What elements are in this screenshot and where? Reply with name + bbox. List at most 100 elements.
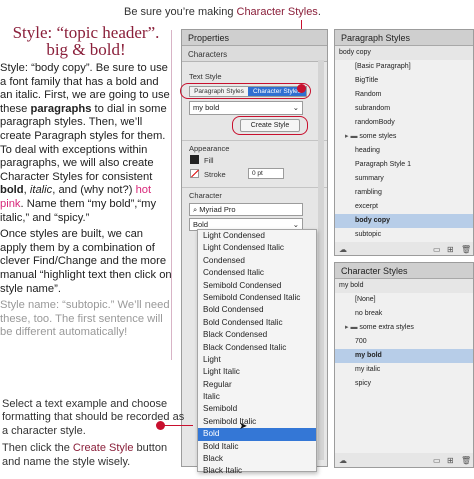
top-annotation: Be sure you’re making Character Styles.: [124, 6, 321, 18]
character-style-items: [None] no break ▸ ▬ some extra styles 700 my…: [335, 293, 473, 391]
font-style-option[interactable]: Semibold Condensed Italic: [198, 292, 316, 304]
style-group-folder[interactable]: ▸ ▬ some extra styles: [335, 321, 473, 335]
style-list-item[interactable]: spicy: [335, 377, 473, 391]
style-list-item[interactable]: heading: [335, 144, 473, 158]
style-name: some styles: [359, 133, 397, 140]
style-select-value: my bold: [193, 103, 220, 112]
paragraph-style-items: [Basic Paragraph] BigTitle Random subrandom…: [335, 60, 473, 242]
font-style-option[interactable]: Black Condensed Italic: [198, 342, 316, 354]
style-list-item[interactable]: Random: [335, 88, 473, 102]
chevron-down-icon: ⌄: [292, 220, 299, 229]
font-style-option[interactable]: Light: [198, 354, 316, 366]
bottom-note-line1: Select a text example and choose formatt…: [2, 398, 185, 437]
bottom-annotation: Select a text example and choose formatt…: [2, 398, 187, 473]
cloud-icon[interactable]: ☁: [339, 456, 347, 465]
cloud-icon[interactable]: ☁: [339, 245, 347, 254]
tab-characters[interactable]: Characters: [182, 46, 327, 62]
style-group-folder[interactable]: ▸ ▬ some styles: [335, 130, 473, 144]
style-name: heading: [355, 147, 380, 154]
text-style-label: Text Style: [189, 72, 222, 81]
document-text: Style: “topic header”. big & bold! Style…: [0, 24, 172, 343]
style-name: BigTitle: [355, 77, 379, 84]
font-style-option[interactable]: Light Italic: [198, 366, 316, 378]
font-style-option[interactable]: Black: [198, 453, 316, 465]
stroke-weight-value: 0 pt: [252, 170, 263, 177]
style-list-item[interactable]: randomBody: [335, 116, 473, 130]
font-style-option[interactable]: Bold Condensed: [198, 304, 316, 316]
bottom-note-line2: Then click the Create Style button and n…: [2, 442, 187, 469]
style-list-item[interactable]: excerpt: [335, 200, 473, 214]
new-folder-icon[interactable]: ▭: [433, 456, 441, 465]
fill-swatch[interactable]: [190, 155, 199, 164]
style-list-item[interactable]: 700: [335, 335, 473, 349]
style-list-item[interactable]: rambling: [335, 186, 473, 200]
body-paragraph-2: Once styles are built, we can apply them…: [0, 228, 172, 295]
bottom-note-text: Then click the: [2, 442, 73, 455]
body-paragraph-1: Style: “body copy”. Be sure to use a fon…: [0, 62, 172, 225]
font-style-option[interactable]: Light Condensed: [198, 230, 316, 242]
character-label: Character: [189, 191, 222, 200]
bold-word: paragraphs: [30, 102, 92, 115]
panel-title: Character Styles: [335, 263, 473, 279]
style-name: subrandom: [355, 105, 391, 112]
current-character-style: my bold: [339, 282, 364, 289]
style-name: subtopic: [355, 231, 382, 238]
subtopic-paragraph: Style name: “subtopic.” We’ll need these…: [0, 299, 170, 339]
style-list-item[interactable]: BigTitle: [335, 74, 473, 88]
style-list-item[interactable]: my italic: [335, 363, 473, 377]
style-name: spicy: [355, 380, 371, 387]
stroke-swatch[interactable]: [190, 169, 199, 178]
body-text: . Name them “my bold”,“my italic,” and “…: [0, 197, 157, 224]
font-style-option[interactable]: Regular: [198, 379, 316, 391]
style-list-item[interactable]: subtopic: [335, 228, 473, 242]
delete-icon[interactable]: 🗑: [461, 456, 471, 465]
appearance-label: Appearance: [189, 144, 230, 153]
font-style-option[interactable]: Bold: [198, 428, 316, 441]
font-style-option[interactable]: Condensed: [198, 255, 316, 267]
paragraph-styles-panel: Paragraph Styles body copy [Basic Paragr…: [334, 29, 474, 256]
current-paragraph-style: body copy: [339, 49, 371, 56]
font-style-option[interactable]: Black Condensed: [198, 329, 316, 341]
font-style-option[interactable]: Italic: [198, 391, 316, 403]
style-list-item[interactable]: summary: [335, 172, 473, 186]
body-text: , and (why not?): [52, 184, 136, 197]
callout-dot: [297, 84, 306, 93]
font-style-option[interactable]: Black Italic: [198, 465, 316, 477]
font-style-option[interactable]: Semibold Condensed: [198, 280, 316, 292]
delete-icon[interactable]: 🗑: [461, 245, 471, 254]
new-folder-icon[interactable]: ▭: [433, 245, 441, 254]
style-list-item[interactable]: Paragraph Style 1: [335, 158, 473, 172]
style-name: Random: [355, 91, 382, 98]
font-style-option[interactable]: Condensed Italic: [198, 267, 316, 279]
chevron-down-icon: ⌄: [292, 103, 299, 112]
font-style-option[interactable]: Light Condensed Italic: [198, 242, 316, 254]
style-name: no break: [355, 310, 383, 317]
style-name: my italic: [355, 366, 381, 373]
style-list-item[interactable]: [Basic Paragraph]: [335, 60, 473, 74]
font-style-option[interactable]: Semibold: [198, 403, 316, 415]
font-style-option[interactable]: Bold Condensed Italic: [198, 317, 316, 329]
stroke-weight-field[interactable]: 0 pt: [248, 168, 284, 179]
style-list-item[interactable]: subrandom: [335, 102, 473, 116]
highlight-oval: [180, 83, 311, 99]
scrollbar[interactable]: [318, 60, 324, 460]
font-style-dropdown[interactable]: Light Condensed Light Condensed Italic Con…: [197, 229, 317, 475]
style-name: [None]: [355, 296, 376, 303]
folder-icon: ▸ ▬: [345, 324, 360, 331]
font-style-option[interactable]: Semibold Italic: [198, 416, 316, 428]
style-select[interactable]: my bold ⌄: [189, 101, 303, 115]
character-styles-list: [None] no break ▸ ▬ some extra styles 700 my…: [335, 293, 473, 453]
style-name: excerpt: [355, 203, 378, 210]
font-family-select[interactable]: ⌕ Myriad Pro: [189, 203, 303, 216]
bottom-note-highlight: Create Style: [72, 442, 134, 455]
font-style-value: Bold: [193, 220, 209, 229]
style-name: randomBody: [355, 119, 395, 126]
style-list-item[interactable]: body copy: [335, 214, 473, 228]
style-list-item[interactable]: my bold: [335, 349, 473, 363]
style-name: 700: [355, 338, 367, 345]
new-style-icon[interactable]: ⊞: [447, 456, 454, 465]
font-style-option[interactable]: Bold Italic: [198, 441, 316, 453]
style-list-item[interactable]: no break: [335, 307, 473, 321]
new-style-icon[interactable]: ⊞: [447, 245, 454, 254]
style-list-item[interactable]: [None]: [335, 293, 473, 307]
